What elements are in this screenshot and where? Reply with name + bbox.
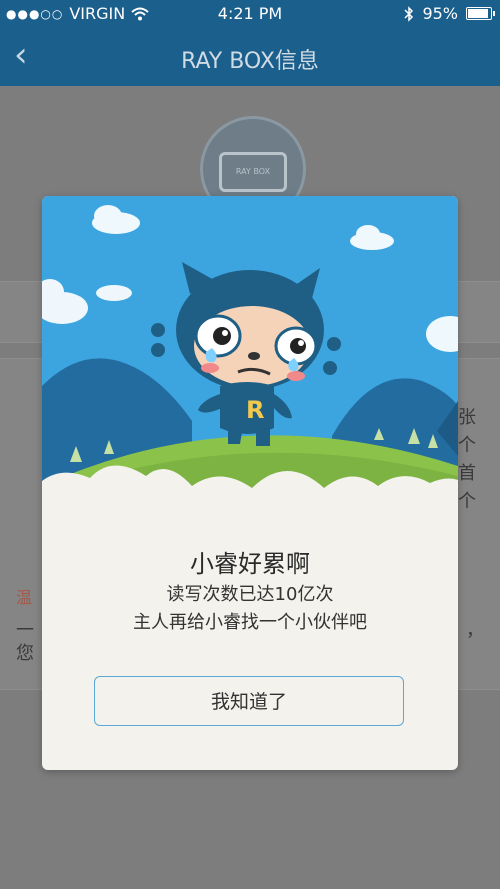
dialog-message-line: 主人再给小睿找一个小伙伴吧: [133, 612, 367, 633]
nav-bar: ‹ RAY BOX信息: [0, 28, 500, 86]
body-fragment: 您: [16, 643, 34, 664]
mascot-illustration: R: [42, 196, 458, 526]
dialog-title: 小睿好累啊: [190, 550, 310, 578]
side-char: 个: [458, 491, 476, 512]
side-char: 个: [458, 435, 476, 456]
bluetooth-icon: [404, 5, 414, 22]
alert-dialog: R 小睿好累啊 读写次数已达10亿次 主人再给小睿找一个小伙伴吧 我知道了: [42, 196, 458, 770]
device-label: RAY BOX: [219, 152, 287, 192]
warning-label: 温: [16, 588, 33, 607]
status-bar: ●●●○○ VIRGIN 4:21 PM 95%: [0, 0, 500, 28]
battery-percent: 95%: [422, 4, 458, 23]
battery-icon: [466, 7, 495, 20]
side-char: 张: [458, 407, 476, 428]
body-fragment: ，: [466, 620, 484, 641]
side-char: 首: [458, 463, 476, 484]
dialog-message-line: 读写次数已达10亿次: [166, 584, 334, 605]
battery-fill: [468, 9, 488, 18]
page-title: RAY BOX信息: [181, 49, 319, 74]
ok-button[interactable]: 我知道了: [94, 676, 404, 726]
mascot-badge: R: [246, 396, 264, 424]
